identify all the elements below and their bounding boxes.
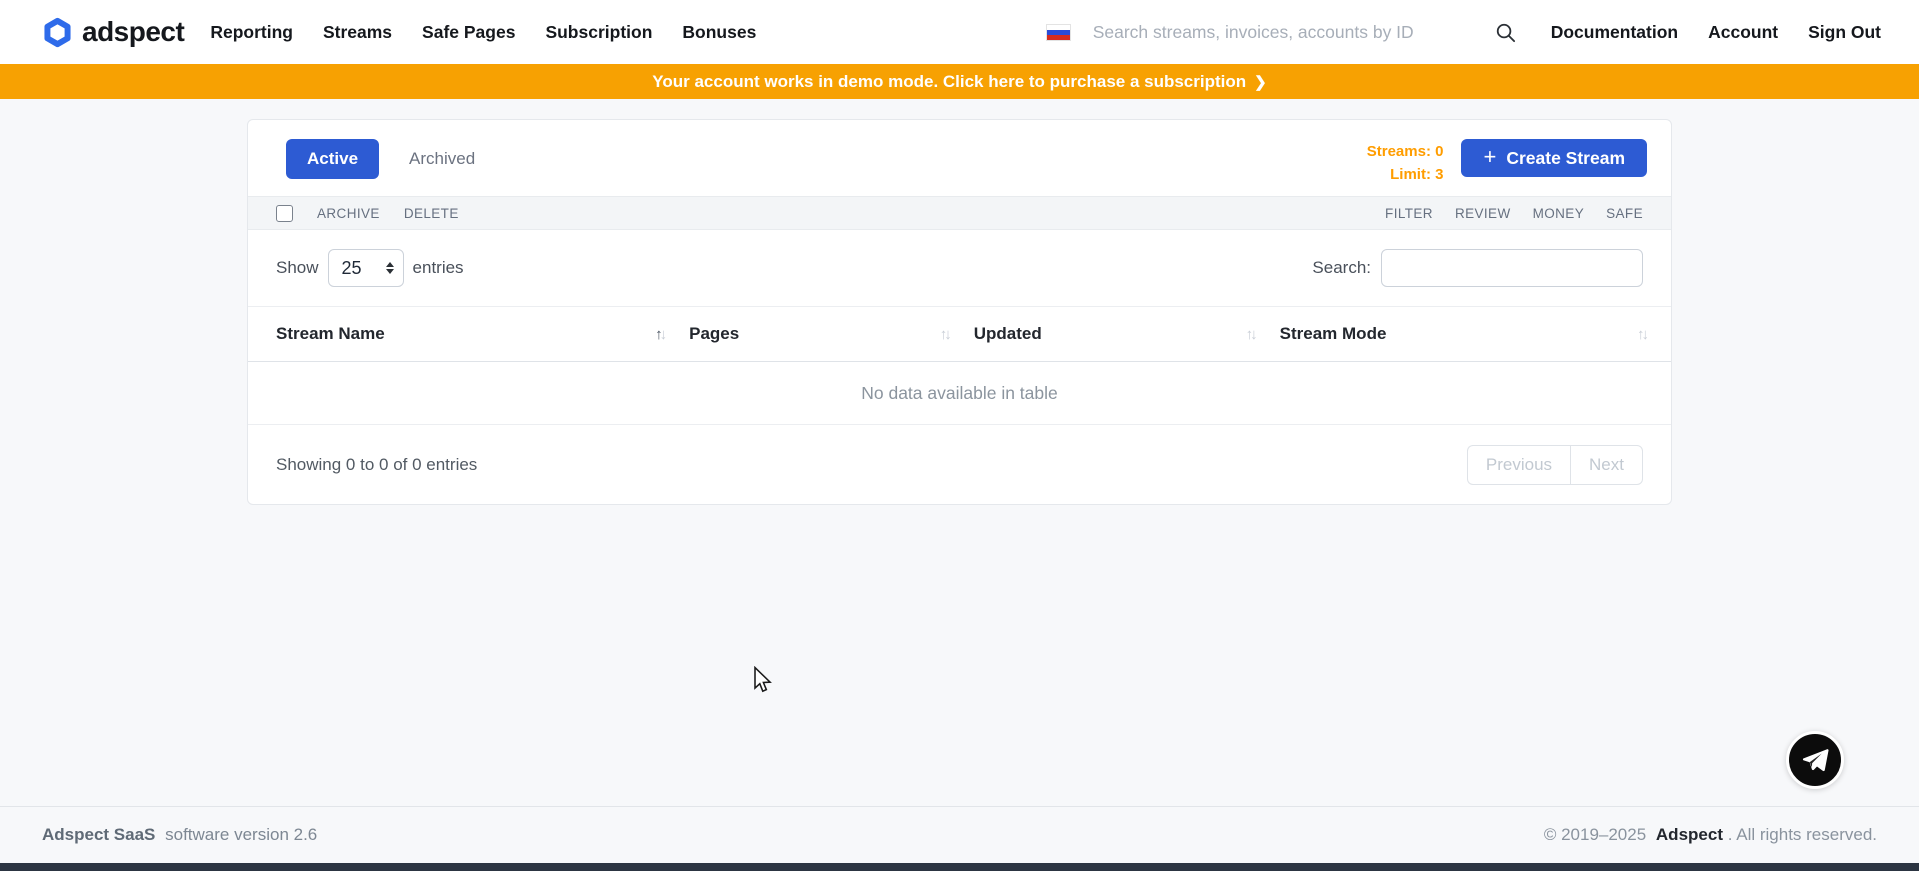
- global-search-input[interactable]: [1093, 22, 1448, 43]
- nav-reporting[interactable]: Reporting: [210, 22, 293, 43]
- toggle-money[interactable]: MONEY: [1533, 206, 1585, 221]
- copyright-years: © 2019–2025: [1544, 825, 1646, 844]
- sort-icon: ↑↓: [1637, 326, 1649, 343]
- empty-table-message: No data available in table: [248, 362, 1671, 425]
- length-entries-label: entries: [413, 258, 464, 278]
- select-spinner-icon: [386, 262, 394, 274]
- column-stream-mode[interactable]: Stream Mode ↑↓: [1280, 307, 1671, 362]
- demo-mode-banner[interactable]: Your account works in demo mode. Click h…: [0, 64, 1919, 99]
- delete-action[interactable]: DELETE: [404, 206, 459, 221]
- archive-action[interactable]: ARCHIVE: [317, 206, 380, 221]
- search-button[interactable]: [1494, 21, 1517, 44]
- table-footer: Showing 0 to 0 of 0 entries Previous Nex…: [248, 425, 1671, 504]
- toggle-safe[interactable]: SAFE: [1606, 206, 1643, 221]
- select-all-checkbox[interactable]: [276, 205, 293, 222]
- streams-card: Active Archived Streams: 0 Limit: 3 + Cr…: [247, 119, 1672, 505]
- nav-streams[interactable]: Streams: [323, 22, 392, 43]
- tab-archived[interactable]: Archived: [407, 139, 477, 179]
- streams-table: Stream Name ↑↓ Pages ↑↓: [248, 306, 1671, 425]
- copyright-suffix: . All rights reserved.: [1728, 825, 1877, 844]
- account-nav: Documentation Account Sign Out: [1551, 22, 1881, 43]
- table-controls-row: Show 25 entries Search:: [248, 230, 1671, 306]
- nav-subscription[interactable]: Subscription: [545, 22, 652, 43]
- sort-icon: ↑↓: [940, 326, 952, 343]
- page: adspect Reporting Streams Safe Pages Sub…: [0, 0, 1919, 871]
- column-updated[interactable]: Updated ↑↓: [974, 307, 1280, 362]
- search-icon: [1494, 21, 1517, 44]
- telegram-icon: [1800, 745, 1830, 775]
- bulk-actions-left: ARCHIVE DELETE: [276, 205, 459, 222]
- footer-copyright: © 2019–2025 Adspect . All rights reserve…: [1544, 825, 1877, 845]
- create-stream-label: Create Stream: [1506, 148, 1625, 169]
- copyright-brand: Adspect: [1656, 825, 1723, 844]
- quota-streams-count: Streams: 0: [1367, 141, 1444, 164]
- create-stream-button[interactable]: + Create Stream: [1461, 139, 1647, 177]
- column-toggles: FILTER REVIEW MONEY SAFE: [1385, 206, 1643, 221]
- nav-sign-out[interactable]: Sign Out: [1808, 22, 1881, 43]
- telegram-chat-button[interactable]: [1786, 731, 1844, 789]
- top-navigation-bar: adspect Reporting Streams Safe Pages Sub…: [0, 0, 1919, 64]
- next-page-button[interactable]: Next: [1570, 445, 1643, 485]
- quota-limit: Limit: 3: [1367, 164, 1444, 187]
- hexagon-logo-icon: [42, 17, 73, 48]
- chevron-right-icon: ❯: [1254, 73, 1267, 91]
- toggle-review[interactable]: REVIEW: [1455, 206, 1511, 221]
- footer-version: Adspect SaaS software version 2.6: [42, 825, 317, 845]
- pagination: Previous Next: [1467, 445, 1643, 485]
- column-stream-mode-label: Stream Mode: [1280, 324, 1387, 344]
- bottom-dark-bar: [0, 863, 1919, 871]
- table-search-label: Search:: [1312, 258, 1371, 278]
- column-pages-label: Pages: [689, 324, 739, 344]
- mouse-cursor: [752, 666, 772, 699]
- nav-bonuses[interactable]: Bonuses: [682, 22, 756, 43]
- demo-banner-text: Your account works in demo mode. Click h…: [652, 72, 1246, 92]
- previous-page-button[interactable]: Previous: [1467, 445, 1570, 485]
- nav-documentation[interactable]: Documentation: [1551, 22, 1678, 43]
- column-pages[interactable]: Pages ↑↓: [689, 307, 974, 362]
- logo-wordmark: adspect: [82, 16, 184, 48]
- language-flag-russian[interactable]: [1046, 24, 1071, 41]
- bulk-actions-toolbar: ARCHIVE DELETE FILTER REVIEW MONEY SAFE: [248, 196, 1671, 230]
- adspect-logo[interactable]: adspect: [42, 16, 184, 48]
- column-updated-label: Updated: [974, 324, 1042, 344]
- empty-row: No data available in table: [248, 362, 1671, 425]
- streams-card-header: Active Archived Streams: 0 Limit: 3 + Cr…: [248, 120, 1671, 196]
- sort-icon: ↑↓: [1246, 326, 1258, 343]
- main-nav: Reporting Streams Safe Pages Subscriptio…: [210, 22, 756, 43]
- column-stream-name[interactable]: Stream Name ↑↓: [248, 307, 689, 362]
- toggle-filter[interactable]: FILTER: [1385, 206, 1433, 221]
- length-show-label: Show: [276, 258, 319, 278]
- nav-account[interactable]: Account: [1708, 22, 1778, 43]
- footer-product-name: Adspect SaaS: [42, 825, 155, 844]
- nav-safe-pages[interactable]: Safe Pages: [422, 22, 515, 43]
- page-length-select[interactable]: 25: [328, 249, 404, 287]
- entries-info: Showing 0 to 0 of 0 entries: [276, 455, 477, 475]
- streams-table-head: Stream Name ↑↓ Pages ↑↓: [248, 307, 1671, 362]
- streams-table-body: No data available in table: [248, 362, 1671, 425]
- stream-quota: Streams: 0 Limit: 3: [1367, 139, 1444, 186]
- sort-icon: ↑↓: [655, 326, 667, 343]
- tab-active[interactable]: Active: [286, 139, 379, 179]
- column-stream-name-label: Stream Name: [276, 324, 385, 344]
- plus-icon: +: [1483, 146, 1496, 168]
- page-length-value: 25: [342, 258, 386, 279]
- flag-stripe-red: [1047, 35, 1070, 40]
- footer-version-text: software version 2.6: [165, 825, 317, 844]
- table-search-input[interactable]: [1381, 249, 1643, 287]
- main-content: Active Archived Streams: 0 Limit: 3 + Cr…: [0, 99, 1919, 806]
- page-footer: Adspect SaaS software version 2.6 © 2019…: [0, 806, 1919, 863]
